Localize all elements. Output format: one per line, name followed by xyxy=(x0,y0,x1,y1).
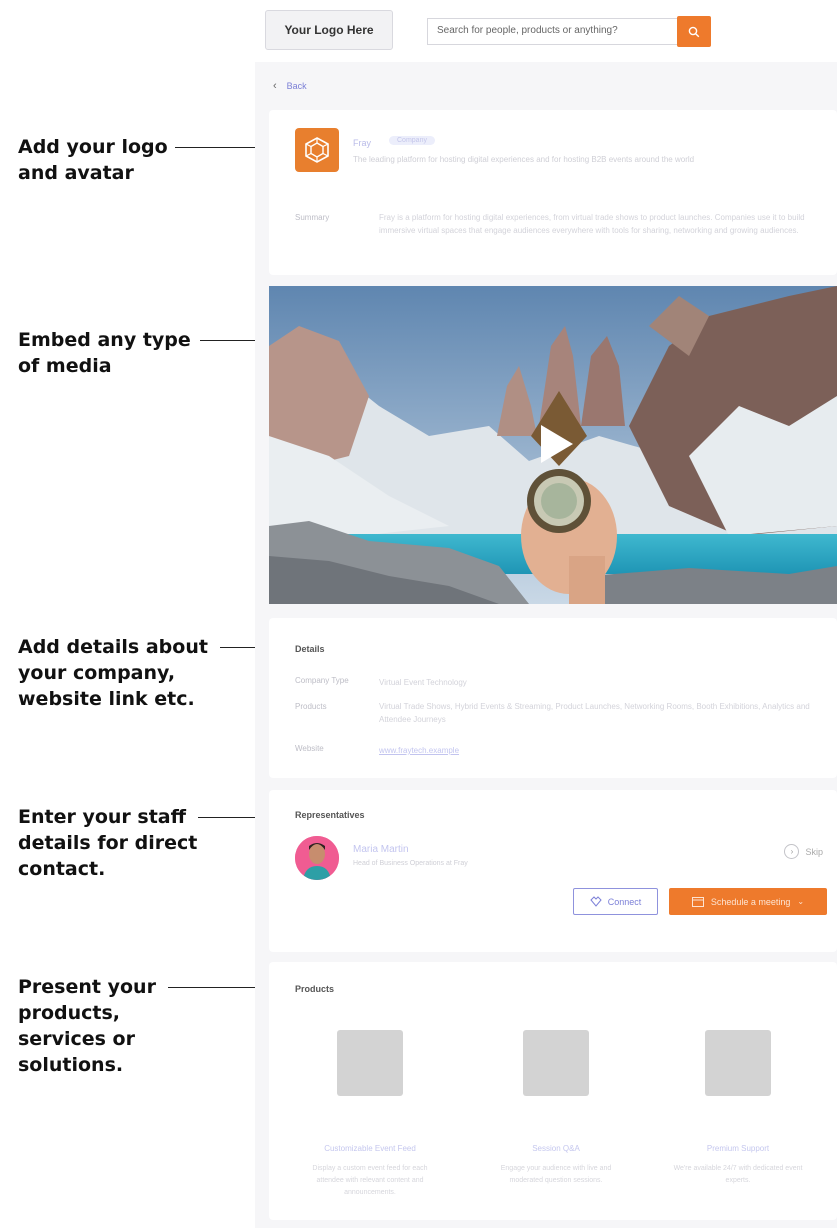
product-description: Engage your audience with live and moder… xyxy=(500,1165,612,1184)
callout-text: Present your xyxy=(18,976,156,998)
callout-staff: Enter your staff details for direct cont… xyxy=(18,804,197,882)
callout-text: services or xyxy=(18,1028,135,1050)
summary-text: Fray is a platform for hosting digital e… xyxy=(379,213,805,235)
connect-label: Connect xyxy=(607,896,642,907)
page: Add your logo and avatar Embed any type … xyxy=(0,0,837,1228)
website-link[interactable]: www.fraytech.example xyxy=(379,744,459,757)
skip-icon: › xyxy=(784,844,800,859)
representative-role: Head of Business Operations at Fray xyxy=(353,860,468,867)
callout-text: contact. xyxy=(18,858,106,880)
representative-name[interactable]: Maria Martin xyxy=(353,844,409,855)
top-bar: Your Logo Here Search for people, produc… xyxy=(255,0,837,62)
callout-text: Enter your staff xyxy=(18,806,187,828)
product-description: We're available 24/7 with dedicated even… xyxy=(673,1165,803,1184)
play-icon[interactable] xyxy=(531,421,577,467)
skip-button[interactable]: › Skip xyxy=(784,844,823,859)
callout-logo-avatar: Add your logo and avatar xyxy=(18,134,168,186)
back-link[interactable]: ‹ Back xyxy=(273,80,307,92)
product-card[interactable]: Premium Support We're available 24/7 wit… xyxy=(663,1030,813,1187)
schedule-meeting-button[interactable]: Schedule a meeting ⌄ xyxy=(669,888,827,915)
callout-text: solutions. xyxy=(18,1054,124,1076)
search-input[interactable]: Search for people, products or anything? xyxy=(427,18,677,45)
product-thumbnail xyxy=(337,1030,403,1096)
summary-label: Summary xyxy=(295,213,330,222)
chevron-left-icon: ‹ xyxy=(273,80,277,92)
product-card[interactable]: Customizable Event Feed Display a custom… xyxy=(295,1030,445,1199)
skip-label: Skip xyxy=(805,846,823,857)
person-photo xyxy=(295,836,339,880)
products-value: Virtual Trade Shows, Hybrid Events & Str… xyxy=(379,702,810,724)
product-thumbnail xyxy=(523,1030,589,1096)
product-title[interactable]: Premium Support xyxy=(663,1144,813,1153)
calendar-icon xyxy=(691,897,704,907)
company-tagline: The leading platform for hosting digital… xyxy=(353,155,695,164)
product-thumbnail xyxy=(705,1030,771,1096)
chevron-down-icon: ⌄ xyxy=(797,897,805,906)
cube-logo-icon xyxy=(305,137,329,163)
callout-text: Add details about xyxy=(18,636,208,658)
callout-products: Present your products, services or solut… xyxy=(18,974,156,1078)
products-card: Products Customizable Event Feed Display… xyxy=(269,962,837,1220)
details-title: Details xyxy=(295,644,325,654)
products-title: Products xyxy=(295,984,335,994)
callout-text: Embed any type xyxy=(18,329,191,351)
product-description: Display a custom event feed for each att… xyxy=(312,1165,428,1196)
company-avatar xyxy=(295,128,339,172)
callout-text: products, xyxy=(18,1002,121,1024)
avatar xyxy=(295,836,339,880)
product-title[interactable]: Session Q&A xyxy=(481,1144,631,1153)
search-icon xyxy=(688,26,700,37)
website-label: Website xyxy=(295,744,324,753)
callout-text: website link etc. xyxy=(18,688,195,710)
handshake-icon xyxy=(590,896,602,907)
callout-text: of media xyxy=(18,355,112,377)
company-type-value: Virtual Event Technology xyxy=(379,678,467,687)
company-type-label: Company Type xyxy=(295,676,349,685)
callout-text: details for direct xyxy=(18,832,198,854)
product-title[interactable]: Customizable Event Feed xyxy=(295,1144,445,1153)
logo-placeholder[interactable]: Your Logo Here xyxy=(265,10,393,50)
callout-text: and avatar xyxy=(18,162,134,184)
representatives-title: Representatives xyxy=(295,810,365,820)
product-card[interactable]: Session Q&A Engage your audience with li… xyxy=(481,1030,631,1187)
company-tag: Company xyxy=(389,136,435,145)
callout-text: your company, xyxy=(18,662,176,684)
profile-card: Fray Company The leading platform for ho… xyxy=(269,110,837,275)
search-button[interactable] xyxy=(677,16,711,47)
app-mockup: Your Logo Here Search for people, produc… xyxy=(255,0,837,1228)
back-label: Back xyxy=(286,81,307,91)
callout-media: Embed any type of media xyxy=(18,327,191,379)
details-card: Details Company Type Virtual Event Techn… xyxy=(269,618,837,778)
connect-button[interactable]: Connect xyxy=(573,888,658,915)
representatives-card: Representatives Maria Martin Head of Bus… xyxy=(269,790,837,952)
products-label: Products xyxy=(295,702,327,711)
schedule-label: Schedule a meeting xyxy=(710,896,791,907)
media-embed[interactable] xyxy=(269,286,837,604)
callout-details: Add details about your company, website … xyxy=(18,634,208,712)
callout-text: Add your logo xyxy=(18,136,168,158)
company-name: Fray xyxy=(353,138,371,148)
